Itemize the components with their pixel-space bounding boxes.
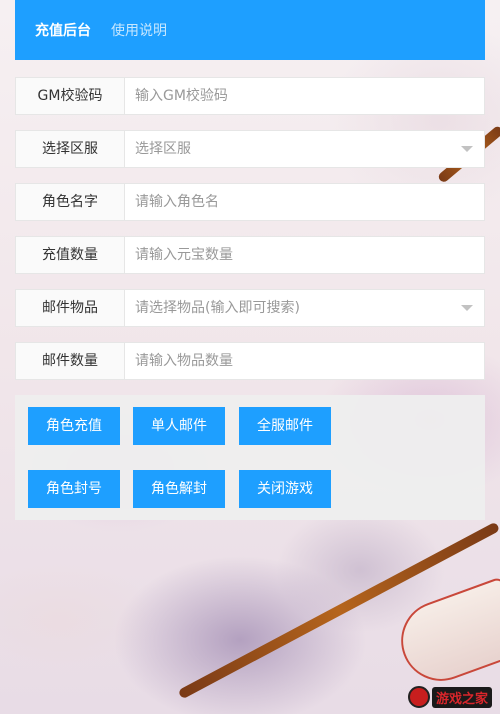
logo-icon — [407, 686, 430, 708]
gm-code-label: GM校验码 — [15, 77, 125, 115]
form-row-gm-code: GM校验码 — [15, 77, 485, 115]
action-button-panel: 角色充值 单人邮件 全服邮件 角色封号 角色解封 关闭游戏 — [15, 395, 485, 520]
chevron-down-icon — [461, 305, 473, 311]
top-nav: 充值后台 使用说明 — [15, 0, 485, 60]
mail-item-label: 邮件物品 — [15, 289, 125, 327]
all-server-mail-button[interactable]: 全服邮件 — [239, 407, 331, 445]
mail-item-select-value[interactable]: 请选择物品(输入即可搜索) — [125, 289, 485, 327]
mail-quantity-field-wrap — [125, 342, 485, 380]
unban-role-button[interactable]: 角色解封 — [133, 470, 225, 508]
nav-item-instructions[interactable]: 使用说明 — [111, 20, 167, 40]
form-row-mail-item: 邮件物品 请选择物品(输入即可搜索) — [15, 289, 485, 327]
mail-item-select[interactable]: 请选择物品(输入即可搜索) — [125, 289, 485, 327]
chevron-down-icon — [461, 146, 473, 152]
gm-code-input[interactable] — [125, 77, 485, 115]
role-recharge-button[interactable]: 角色充值 — [28, 407, 120, 445]
form-row-server: 选择区服 选择区服 — [15, 130, 485, 168]
role-name-input[interactable] — [125, 183, 485, 221]
nav-item-recharge-admin[interactable]: 充值后台 — [35, 20, 91, 40]
recharge-amount-label: 充值数量 — [15, 236, 125, 274]
server-select-value[interactable]: 选择区服 — [125, 130, 485, 168]
gm-code-field-wrap — [125, 77, 485, 115]
mail-quantity-label: 邮件数量 — [15, 342, 125, 380]
recharge-amount-field-wrap — [125, 236, 485, 274]
site-logo-watermark: 游戏之家 — [407, 686, 492, 708]
recharge-form: GM校验码 选择区服 选择区服 角色名字 充值数量 邮件物品 — [15, 77, 485, 395]
form-row-role-name: 角色名字 — [15, 183, 485, 221]
ban-role-button[interactable]: 角色封号 — [28, 470, 120, 508]
close-game-button[interactable]: 关闭游戏 — [239, 470, 331, 508]
server-select[interactable]: 选择区服 — [125, 130, 485, 168]
role-name-field-wrap — [125, 183, 485, 221]
mail-quantity-input[interactable] — [125, 342, 485, 380]
logo-text: 游戏之家 — [431, 686, 492, 708]
role-name-label: 角色名字 — [15, 183, 125, 221]
server-label: 选择区服 — [15, 130, 125, 168]
form-row-mail-quantity: 邮件数量 — [15, 342, 485, 380]
recharge-amount-input[interactable] — [125, 236, 485, 274]
single-mail-button[interactable]: 单人邮件 — [133, 407, 225, 445]
form-row-recharge-amount: 充值数量 — [15, 236, 485, 274]
